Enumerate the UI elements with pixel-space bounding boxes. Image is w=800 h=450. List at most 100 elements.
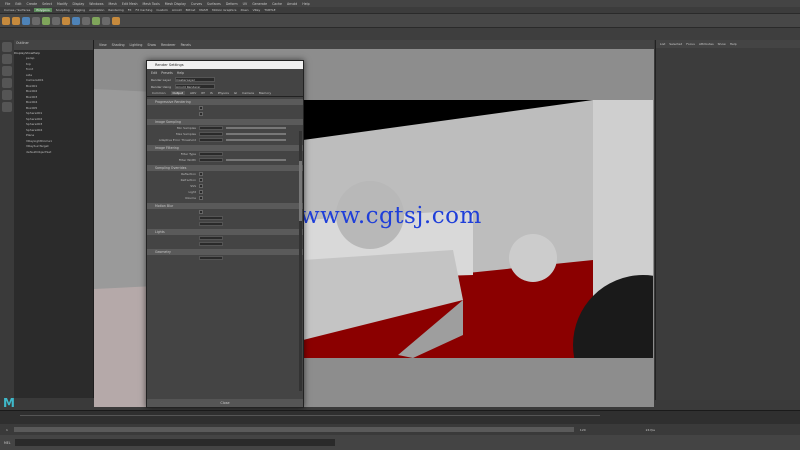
render-layer-dropdown[interactable]: masterLayer [175,77,215,82]
outliner-menu-item[interactable]: Display [14,51,25,55]
range-start[interactable]: 1 [6,428,8,432]
attr-menu-selected[interactable]: Selected [669,42,682,46]
render-settings-tab[interactable]: Physics [218,91,229,95]
attr-menu-show[interactable]: Show [718,42,726,46]
attr-menu-focus[interactable]: Focus [686,42,695,46]
slider[interactable] [226,159,286,161]
menu-item[interactable]: Edit [15,2,21,6]
value-field[interactable] [199,215,223,221]
render-settings-tab[interactable]: GI [234,91,237,95]
menu-item[interactable]: File [5,2,10,6]
menu-item[interactable]: Create [27,2,38,6]
shelf-icon[interactable] [72,16,80,25]
render-settings-tab[interactable]: RT [201,91,205,95]
slider[interactable] [226,139,286,141]
render-settings-menu-item[interactable]: Help [177,71,184,75]
checkbox[interactable] [199,196,203,200]
move-tool-icon[interactable] [2,78,12,88]
viewport-menu-item[interactable]: Renderer [161,43,176,47]
viewport-menu-item[interactable]: Shading [112,43,125,47]
adaptive-threshold-field[interactable] [199,137,223,143]
checkbox[interactable] [199,184,203,188]
attr-menu-help[interactable]: Help [730,42,737,46]
value-field[interactable] [199,241,223,247]
menu-item[interactable]: Curves [191,2,202,6]
range-end[interactable]: 120 [580,428,586,432]
viewport-menu-item[interactable]: Panels [181,43,191,47]
command-language-label[interactable]: MEL [4,441,11,445]
menu-item[interactable]: Mesh Tools [143,2,160,6]
menu-item[interactable]: Select [42,2,52,6]
min-samples-field[interactable] [199,125,223,131]
render-settings-tab[interactable]: AOV [190,91,196,95]
attr-menu-attributes[interactable]: Attributes [699,42,714,46]
render-settings-tab[interactable]: Memory [259,91,271,95]
command-line[interactable]: MEL [0,435,800,450]
close-button[interactable]: Close [147,399,303,407]
filter-type-dropdown[interactable] [199,151,223,157]
menu-item[interactable]: UV [243,2,248,6]
shelf-icon[interactable] [62,16,70,25]
shelf-icon[interactable] [82,16,90,25]
range-bar[interactable] [13,427,574,432]
shelf-tab[interactable]: XGen [240,8,248,12]
render-settings-window[interactable]: Render Settings Edit Presets Help Render L… [146,60,304,408]
viewport-menu-item[interactable]: View [99,43,107,47]
value-field[interactable] [199,255,223,261]
value-field[interactable] [199,235,223,241]
shelf-tab[interactable]: TURTLE [264,8,275,12]
command-input[interactable] [14,439,335,446]
checkbox[interactable] [199,178,203,182]
shelf-icon[interactable] [32,16,40,25]
shelf-tab[interactable]: Custom [156,8,168,12]
checkbox[interactable] [199,210,203,214]
shelf-tab[interactable]: Sculpting [56,8,70,12]
render-settings-tab[interactable]: Output [170,91,185,95]
render-using-dropdown[interactable]: Arnold Renderer [175,84,216,89]
filter-width-field[interactable] [199,157,223,163]
outliner-menu-item[interactable]: Show [25,51,33,55]
menu-item[interactable]: Arnold [287,2,297,6]
checkbox[interactable] [199,106,203,110]
shelf-icon[interactable] [12,16,20,25]
shelf-tab[interactable]: Bifrost [186,8,196,12]
checkbox[interactable] [199,112,203,116]
shelf-tab[interactable]: FX Caching [135,8,152,12]
menu-item[interactable]: Edit Mesh [122,2,138,6]
select-tool-icon[interactable] [2,42,12,52]
lasso-tool-icon[interactable] [2,54,12,64]
slider[interactable] [226,133,286,135]
render-settings-scrollbar[interactable] [299,131,302,391]
shelf-tab[interactable]: MASH [199,8,208,12]
time-slider[interactable] [0,410,800,424]
scale-tool-icon[interactable] [2,102,12,112]
shelf-icon[interactable] [52,16,60,25]
menu-item[interactable]: Generate [252,2,267,6]
checkbox[interactable] [199,172,203,176]
max-samples-field[interactable] [199,131,223,137]
menu-item[interactable]: Display [73,2,85,6]
menu-item[interactable]: Windows [89,2,103,6]
render-settings-tab[interactable]: Camera [242,91,254,95]
outliner-item[interactable]: defaultObjectSet [14,150,93,156]
menu-item[interactable]: Deform [226,2,238,6]
viewport-menu-item[interactable]: Lighting [130,43,143,47]
value-field[interactable] [199,221,223,227]
shelf-tab[interactable]: Animation [89,8,104,12]
paint-tool-icon[interactable] [2,66,12,76]
outliner-menu-item[interactable]: Help [33,51,40,55]
viewport-menu-item[interactable]: Show [147,43,156,47]
render-settings-title[interactable]: Render Settings [147,61,303,69]
menu-item[interactable]: Modify [57,2,68,6]
shelf-icon[interactable] [112,16,120,25]
shelf-icon[interactable] [2,16,10,25]
shelf-tab[interactable]: FX [128,8,132,12]
render-settings-tab[interactable]: Common [152,91,166,95]
shelf-tab[interactable]: VRay [253,8,261,12]
shelf-tab[interactable]: Rigging [74,8,85,12]
shelf-icon[interactable] [92,16,100,25]
shelf-tab[interactable]: Polygons [34,8,52,12]
menu-item[interactable]: Mesh Display [165,2,186,6]
menu-item[interactable]: Surfaces [207,2,221,6]
shelf-tab[interactable]: Motion Graphics [212,8,236,12]
